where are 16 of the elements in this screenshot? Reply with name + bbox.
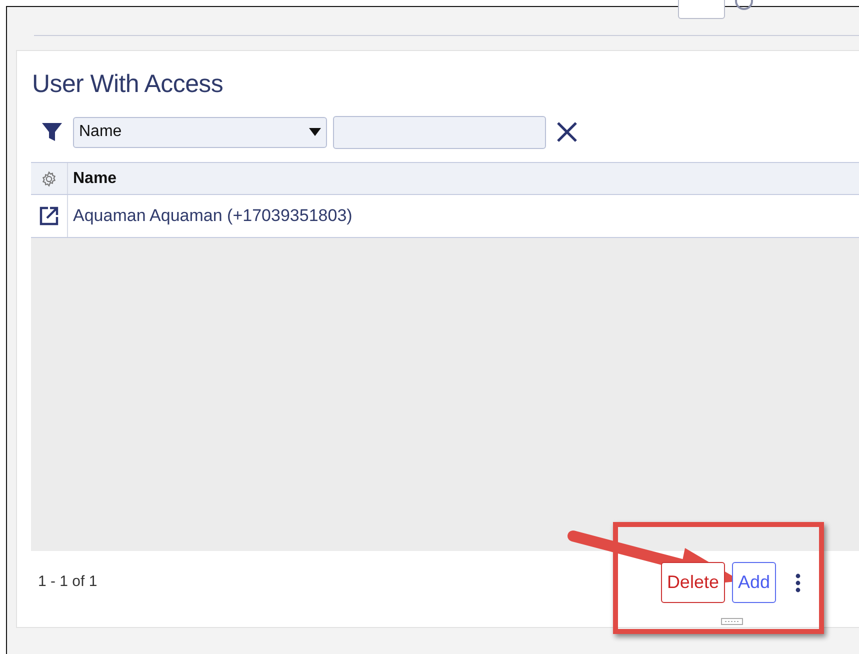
- pagination-text: 1 - 1 of 1: [38, 572, 98, 590]
- filter-input-field[interactable]: [333, 116, 546, 148]
- caret-icon[interactable]: [309, 128, 321, 136]
- resize-handle-icon[interactable]: [721, 618, 743, 625]
- clear-icon[interactable]: [556, 121, 578, 143]
- open-external-icon[interactable]: [39, 206, 59, 226]
- filter-dropdown[interactable]: Name: [73, 116, 327, 148]
- table-cell[interactable]: Aquaman Aquaman (+17039351803): [68, 206, 352, 226]
- dropdown-value: Name: [79, 123, 122, 141]
- delete-button[interactable]: Delete: [660, 562, 725, 603]
- add-button[interactable]: Add: [732, 562, 776, 603]
- filter-icon[interactable]: [41, 121, 63, 143]
- settings-icon[interactable]: [41, 170, 57, 186]
- more-options-icon[interactable]: [795, 572, 801, 592]
- panel-title: User With Access: [32, 69, 224, 100]
- column-header[interactable]: Name: [68, 170, 117, 188]
